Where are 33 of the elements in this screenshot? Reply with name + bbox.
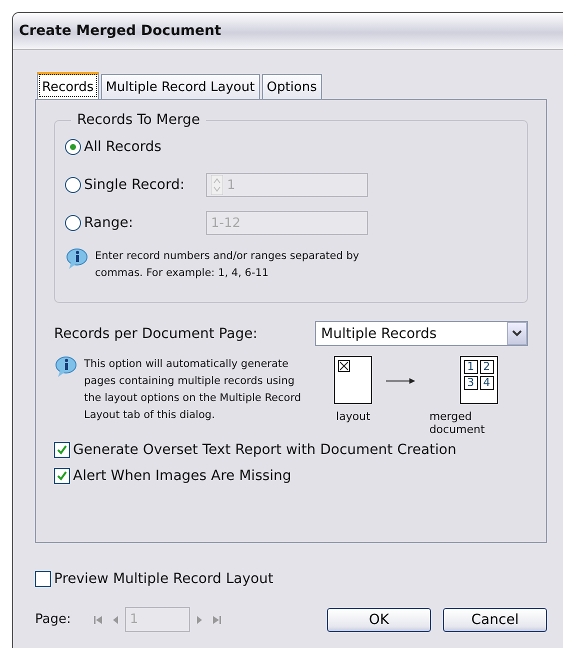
field-label: Records per Document Page: (54, 326, 258, 342)
checkbox[interactable] (54, 442, 70, 458)
arrow-icon (386, 376, 416, 386)
diagram-label: merged document (429, 410, 486, 436)
checkbox-label: Alert When Images Are Missing (73, 468, 292, 484)
checkbox-label: Preview Multiple Record Layout (54, 571, 274, 587)
radio-label: Single Record: (84, 177, 186, 193)
info-text: This option will automatically generate pages containing multiple records using the layout options on the Multiple Record Layout tab of this dialog. (84, 357, 302, 423)
record-number: 4 (480, 376, 494, 390)
group-title: Records To Merge (76, 112, 202, 128)
layout-page-drawing (334, 356, 372, 404)
record-number: 2 (480, 360, 494, 374)
dialog-button[interactable]: OK (327, 608, 431, 632)
info-text: Enter record numbers and/or ranges separated by commas. For example: 1, 4, 6-11 (95, 249, 360, 281)
dialog-button[interactable]: Cancel (443, 608, 547, 632)
page-label: Page: (35, 612, 71, 627)
checkbox-label: Generate Overset Text Report with Document Creation (73, 442, 456, 458)
tab[interactable]: Records (37, 72, 99, 99)
diagram-label: layout (336, 410, 370, 423)
caret-icon[interactable] (507, 322, 527, 345)
record-number: 1 (464, 360, 478, 374)
record-number: 3 (464, 376, 478, 390)
window-title: Create Merged Document (19, 23, 222, 39)
info-icon (65, 248, 89, 270)
checkbox[interactable] (54, 468, 70, 484)
radio-label: All Records (84, 139, 162, 155)
radio-button[interactable] (65, 139, 81, 155)
tab[interactable]: Options (262, 74, 322, 99)
info-icon (54, 356, 78, 378)
radio-label: Range: (84, 215, 134, 231)
checkbox[interactable] (35, 571, 51, 587)
records-dropdown[interactable]: Multiple Records (315, 321, 528, 346)
tab[interactable]: Multiple Record Layout (100, 74, 260, 99)
